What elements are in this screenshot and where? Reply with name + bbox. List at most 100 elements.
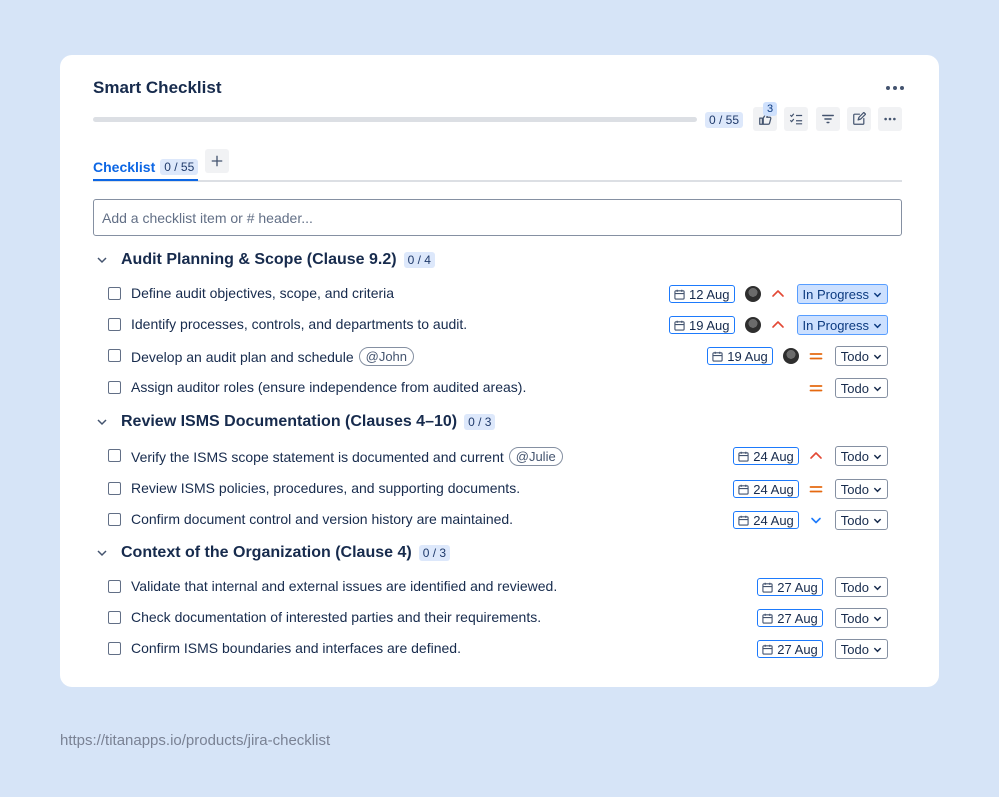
- checklist-view-button[interactable]: [784, 107, 808, 131]
- due-date-chip[interactable]: 24 Aug: [733, 480, 799, 498]
- tab-checklist[interactable]: Checklist 0 / 55: [93, 152, 199, 182]
- item-meta: 27 Aug Todo: [757, 637, 888, 661]
- calendar-icon: [762, 613, 773, 624]
- more-options-icon[interactable]: [881, 75, 909, 101]
- status-dropdown[interactable]: Todo: [834, 378, 888, 398]
- priority-indicator[interactable]: [771, 287, 785, 301]
- status-label: Todo: [840, 481, 869, 497]
- status-dropdown[interactable]: Todo: [834, 479, 888, 499]
- chevron-down-icon[interactable]: [96, 416, 108, 428]
- priority-indicator[interactable]: [771, 318, 785, 332]
- chevron-down-icon: [873, 616, 882, 621]
- chevron-down-icon: [873, 487, 882, 492]
- status-dropdown[interactable]: Todo: [834, 346, 888, 366]
- item-checkbox[interactable]: [108, 611, 121, 624]
- item-text-wrapper[interactable]: Check documentation of interested partie…: [131, 609, 541, 625]
- chevron-down-icon: [873, 647, 882, 652]
- section-header[interactable]: Context of the Organization (Clause 4) 0 …: [96, 541, 451, 565]
- status-dropdown[interactable]: Todo: [834, 510, 888, 530]
- item-text-wrapper[interactable]: Identify processes, controls, and depart…: [131, 316, 467, 332]
- status-dropdown[interactable]: Todo: [834, 608, 888, 628]
- add-checklist-item-input[interactable]: [93, 199, 902, 236]
- item-checkbox[interactable]: [108, 513, 121, 526]
- status-dropdown[interactable]: In Progress: [796, 284, 888, 304]
- item-text-wrapper[interactable]: Review ISMS policies, procedures, and su…: [131, 480, 520, 496]
- due-date-chip[interactable]: 24 Aug: [733, 447, 799, 465]
- priority-indicator[interactable]: [809, 381, 823, 395]
- item-checkbox[interactable]: [108, 318, 121, 331]
- section-header[interactable]: Audit Planning & Scope (Clause 9.2) 0 / 4: [96, 248, 435, 272]
- status-dropdown[interactable]: Todo: [834, 446, 888, 466]
- item-checkbox[interactable]: [108, 449, 121, 462]
- due-date-chip[interactable]: 27 Aug: [757, 609, 823, 627]
- due-date-chip[interactable]: 19 Aug: [669, 316, 735, 334]
- checklist-item: Assign auditor roles (ensure independenc…: [108, 376, 888, 400]
- due-date-chip[interactable]: 12 Aug: [669, 285, 735, 303]
- priority-indicator[interactable]: [809, 349, 823, 363]
- priority-medium-icon: [809, 353, 823, 360]
- due-date-label: 27 Aug: [777, 579, 818, 595]
- priority-indicator[interactable]: [809, 513, 823, 527]
- assignee-avatar[interactable]: [744, 317, 761, 333]
- item-meta: 27 Aug Todo: [757, 575, 888, 599]
- toolbar-more-button[interactable]: [878, 107, 902, 131]
- tab-checklist-label: Checklist: [93, 159, 156, 175]
- item-checkbox[interactable]: [108, 482, 121, 495]
- item-text-wrapper[interactable]: Confirm ISMS boundaries and interfaces a…: [131, 640, 461, 656]
- status-label: Todo: [840, 512, 869, 528]
- item-checkbox[interactable]: [108, 349, 121, 362]
- item-checkbox[interactable]: [108, 580, 121, 593]
- assignee-avatar[interactable]: [744, 286, 761, 302]
- item-meta: Todo: [799, 376, 888, 400]
- priority-high-icon: [771, 290, 784, 297]
- item-text-wrapper[interactable]: Develop an audit plan and schedule @John: [131, 347, 415, 366]
- priority-indicator[interactable]: [809, 482, 823, 496]
- checklist-icon: [789, 113, 803, 125]
- status-label: Todo: [840, 610, 869, 626]
- panel-title: Smart Checklist: [93, 78, 222, 97]
- due-date-label: 24 Aug: [753, 512, 794, 528]
- checklist-item: Define audit objectives, scope, and crit…: [108, 282, 888, 306]
- chevron-down-icon: [873, 518, 882, 523]
- due-date-chip[interactable]: 27 Aug: [757, 640, 823, 658]
- item-checkbox[interactable]: [108, 642, 121, 655]
- status-label: In Progress: [802, 317, 869, 333]
- item-meta: 24 Aug Todo: [733, 444, 888, 468]
- section-header[interactable]: Review ISMS Documentation (Clauses 4–10)…: [96, 410, 496, 434]
- progress-count: 0 / 55: [705, 112, 744, 128]
- edit-button[interactable]: [847, 107, 871, 131]
- checklist-item: Confirm document control and version his…: [108, 508, 888, 532]
- calendar-icon: [762, 582, 773, 593]
- item-text: Assign auditor roles (ensure independenc…: [131, 379, 527, 395]
- assignee-avatar[interactable]: [782, 348, 799, 364]
- status-label: Todo: [840, 448, 869, 464]
- footer-url: https://titanapps.io/products/jira-check…: [60, 732, 331, 749]
- filter-button[interactable]: [816, 107, 840, 131]
- priority-indicator[interactable]: [809, 449, 823, 463]
- mention-chip[interactable]: @Julie: [508, 447, 563, 466]
- priority-high-icon: [809, 452, 822, 459]
- status-dropdown[interactable]: In Progress: [796, 315, 888, 335]
- checklist-item: Check documentation of interested partie…: [108, 606, 888, 630]
- due-date-chip[interactable]: 24 Aug: [733, 511, 799, 529]
- item-checkbox[interactable]: [108, 381, 121, 394]
- item-text-wrapper[interactable]: Assign auditor roles (ensure independenc…: [131, 379, 526, 395]
- item-checkbox[interactable]: [108, 287, 121, 300]
- status-dropdown[interactable]: Todo: [834, 577, 888, 597]
- chevron-down-icon[interactable]: [96, 254, 108, 266]
- status-dropdown[interactable]: Todo: [834, 639, 888, 659]
- section-title: Context of the Organization (Clause 4): [121, 544, 412, 561]
- section-count: 0 / 3: [464, 414, 496, 430]
- due-date-chip[interactable]: 19 Aug: [707, 347, 773, 365]
- add-tab-button[interactable]: [205, 149, 229, 173]
- due-date-chip[interactable]: 27 Aug: [757, 578, 823, 596]
- item-text-wrapper[interactable]: Confirm document control and version his…: [131, 511, 513, 527]
- mention-chip[interactable]: @John: [358, 347, 415, 366]
- item-text-wrapper[interactable]: Validate that internal and external issu…: [131, 578, 557, 594]
- status-label: Todo: [840, 579, 869, 595]
- item-text-wrapper[interactable]: Verify the ISMS scope statement is docum…: [131, 447, 563, 466]
- due-date-label: 19 Aug: [689, 317, 730, 333]
- due-date-label: 19 Aug: [727, 348, 768, 364]
- item-text-wrapper[interactable]: Define audit objectives, scope, and crit…: [131, 285, 394, 301]
- chevron-down-icon[interactable]: [96, 547, 108, 559]
